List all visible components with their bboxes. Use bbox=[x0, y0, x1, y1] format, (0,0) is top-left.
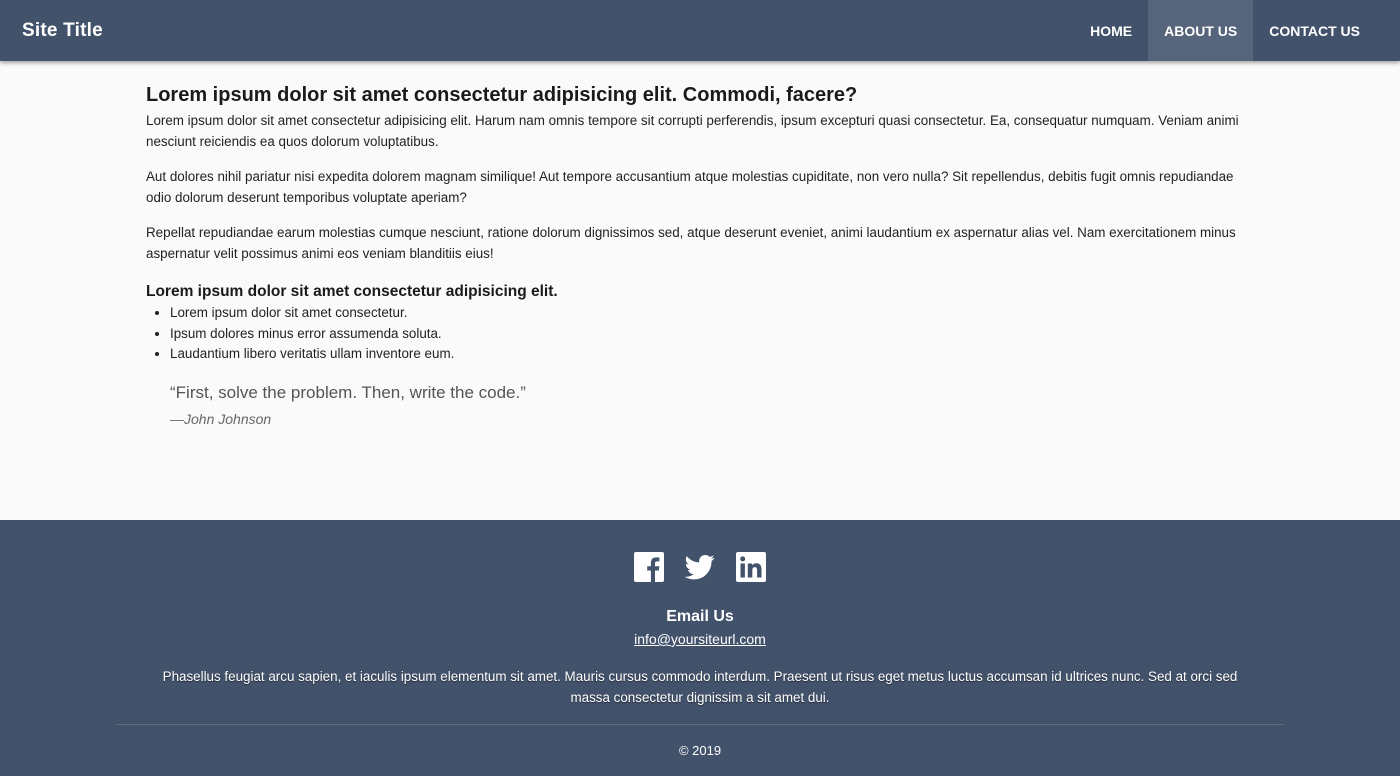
facebook-link[interactable] bbox=[634, 552, 664, 582]
list-item: Laudantium libero veritatis ullam invent… bbox=[170, 344, 1254, 365]
list-item: Ipsum dolores minus error assumenda solu… bbox=[170, 324, 1254, 345]
site-title[interactable]: Site Title bbox=[22, 20, 103, 42]
site-header: Site Title HOME ABOUT US CONTACT US bbox=[0, 0, 1400, 61]
copyright: © 2019 bbox=[678, 743, 722, 758]
email-link[interactable]: info@yoursiteurl.com bbox=[634, 631, 766, 647]
main-content: Lorem ipsum dolor sit amet consectetur a… bbox=[0, 61, 1400, 520]
nav-about-us[interactable]: ABOUT US bbox=[1148, 0, 1254, 61]
site-footer: Email Us info@yoursiteurl.com Phasellus … bbox=[0, 520, 1400, 776]
nav-home[interactable]: HOME bbox=[1074, 0, 1148, 61]
twitter-icon bbox=[685, 555, 715, 580]
quote-block: “First, solve the problem. Then, write t… bbox=[170, 383, 1254, 427]
footer-divider bbox=[116, 724, 1284, 725]
list-item: Lorem ipsum dolor sit amet consectetur. bbox=[170, 303, 1254, 324]
email-heading: Email Us bbox=[666, 608, 734, 625]
footer-text: Phasellus feugiat arcu sapien, et iaculi… bbox=[162, 669, 1238, 705]
linkedin-icon bbox=[736, 552, 766, 582]
nav-contact-us[interactable]: CONTACT US bbox=[1253, 0, 1376, 61]
quote-text: “First, solve the problem. Then, write t… bbox=[170, 382, 526, 402]
main-nav: HOME ABOUT US CONTACT US bbox=[1074, 0, 1376, 61]
bullet-list: Lorem ipsum dolor sit amet consectetur. … bbox=[146, 303, 1254, 365]
paragraph: Repellat repudiandae earum molestias cum… bbox=[146, 225, 1236, 261]
article-title: Lorem ipsum dolor sit amet consectetur a… bbox=[146, 84, 858, 106]
quote-author: —John Johnson bbox=[170, 410, 272, 427]
paragraph: Lorem ipsum dolor sit amet consectetur a… bbox=[146, 113, 1239, 149]
list-heading: Lorem ipsum dolor sit amet consectetur a… bbox=[146, 283, 558, 300]
facebook-icon bbox=[634, 552, 664, 582]
social-links bbox=[0, 552, 1400, 582]
twitter-link[interactable] bbox=[685, 552, 715, 582]
linkedin-link[interactable] bbox=[736, 552, 766, 582]
paragraph: Aut dolores nihil pariatur nisi expedita… bbox=[146, 169, 1234, 205]
